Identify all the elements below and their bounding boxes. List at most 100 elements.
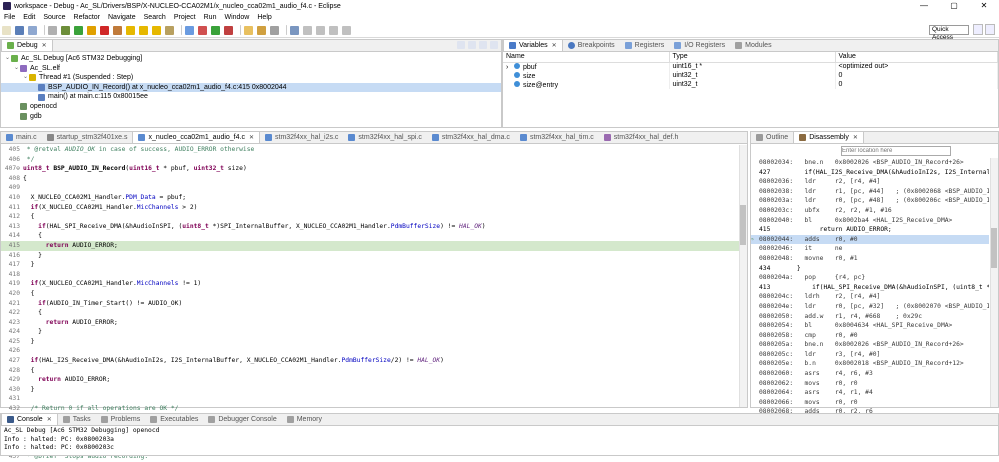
debug-tree-item[interactable]: ⌄ Ac_SL Debug [Ac6 STM32 Debugging] bbox=[1, 54, 501, 64]
open-type-icon[interactable] bbox=[244, 25, 253, 35]
location-input[interactable] bbox=[841, 145, 951, 156]
menu-project[interactable]: Project bbox=[174, 14, 196, 21]
menu-refactor[interactable]: Refactor bbox=[74, 14, 100, 21]
toolbar-separator bbox=[286, 25, 287, 35]
debug-tree-item[interactable]: gdb bbox=[1, 112, 501, 122]
console-tab[interactable]: Memory bbox=[282, 414, 327, 425]
menu-edit[interactable]: Edit bbox=[23, 14, 35, 21]
variable-row[interactable]: size uint32_t 0 bbox=[503, 71, 998, 80]
minimize-icon[interactable] bbox=[479, 41, 487, 49]
tab-debug[interactable]: Debug ✕ bbox=[1, 40, 53, 51]
console-tab[interactable]: Problems bbox=[96, 414, 146, 425]
save-icon[interactable] bbox=[15, 25, 24, 35]
menu-run[interactable]: Run bbox=[204, 14, 217, 21]
close-button[interactable]: ✕ bbox=[969, 0, 999, 12]
minimize-button[interactable]: — bbox=[909, 0, 939, 12]
collapse-icon[interactable] bbox=[457, 41, 465, 49]
back-icon[interactable] bbox=[329, 25, 338, 35]
open-folder-icon[interactable] bbox=[257, 25, 266, 35]
suspend-icon[interactable] bbox=[87, 25, 96, 35]
disassembly-scrollbar[interactable] bbox=[990, 158, 998, 407]
disassembly-listing[interactable]: 08002034: bne.n 0x8002026 <BSP_AUDIO_IN_… bbox=[751, 158, 989, 455]
menu-search[interactable]: Search bbox=[144, 14, 166, 21]
disassembly-text: 0800204a: pop {r4, pc} bbox=[759, 274, 866, 282]
target-icon[interactable] bbox=[185, 25, 194, 35]
menu-source[interactable]: Source bbox=[43, 14, 65, 21]
breakpoints-icon bbox=[567, 42, 575, 49]
disconnect-icon[interactable] bbox=[113, 25, 122, 35]
step-return-icon[interactable] bbox=[152, 25, 161, 35]
editor-tab[interactable]: stm32f4xx_hal_def.h bbox=[599, 132, 684, 143]
tab-disassembly[interactable]: Disassembly ✕ bbox=[793, 132, 864, 143]
maximize-icon[interactable] bbox=[490, 41, 498, 49]
console-tab[interactable]: Executables bbox=[145, 414, 203, 425]
column-header-value[interactable]: Value bbox=[835, 52, 998, 63]
editor-tab[interactable]: x_nucleo_cca02m1_audio_f4.c ✕ bbox=[132, 132, 260, 143]
toggle-mark-icon[interactable] bbox=[290, 25, 299, 35]
step-into-icon[interactable] bbox=[126, 25, 135, 35]
terminate-icon[interactable] bbox=[100, 25, 109, 35]
new-icon[interactable] bbox=[2, 25, 11, 35]
tab-io-registers[interactable]: I/O Registers bbox=[669, 40, 730, 51]
search-icon[interactable] bbox=[270, 25, 279, 35]
editor-tab[interactable]: stm32f4xx_hal_i2s.c bbox=[260, 132, 343, 143]
tab-outline[interactable]: Outline bbox=[751, 132, 793, 143]
external-tools-icon[interactable] bbox=[224, 25, 233, 35]
menu-navigate[interactable]: Navigate bbox=[108, 14, 136, 21]
debug-tree-item[interactable]: main() at main.c:115 0x80015ee bbox=[1, 92, 501, 102]
editor-tab[interactable]: stm32f4xx_hal_spi.c bbox=[343, 132, 426, 143]
forward-icon[interactable] bbox=[342, 25, 351, 35]
column-header-name[interactable]: Name bbox=[503, 52, 670, 63]
debug-tree-item[interactable]: BSP_AUDIO_IN_Record() at x_nucleo_cca02m… bbox=[1, 82, 501, 93]
close-icon[interactable]: ✕ bbox=[249, 134, 254, 141]
close-icon[interactable]: ✕ bbox=[47, 416, 52, 423]
console-tab-label: Executables bbox=[160, 416, 199, 423]
close-icon[interactable]: ✕ bbox=[853, 134, 858, 141]
line-text: X_NUCLEO_CCA02M1_Handler.PDM_Data = pbuf… bbox=[23, 193, 187, 201]
io-registers-icon bbox=[674, 42, 682, 49]
debug-tree-item[interactable]: openocd bbox=[1, 102, 501, 112]
perspective-debug-icon[interactable] bbox=[985, 24, 995, 35]
resume-icon[interactable] bbox=[74, 25, 83, 35]
editor-tab[interactable]: main.c bbox=[1, 132, 42, 143]
editor-tab[interactable]: stm32f4xx_hal_tim.c bbox=[515, 132, 599, 143]
maximize-button[interactable]: ▢ bbox=[939, 0, 969, 12]
quick-access-field[interactable]: Quick Access bbox=[929, 25, 969, 41]
prev-annotation-icon[interactable] bbox=[316, 25, 325, 35]
variable-row[interactable]: › pbuf uint16_t * <optimized out> bbox=[503, 62, 998, 71]
editor-scrollbar[interactable] bbox=[739, 145, 747, 407]
tab-breakpoints[interactable]: Breakpoints bbox=[563, 40, 620, 51]
console-tab[interactable]: Tasks bbox=[58, 414, 96, 425]
menu-help[interactable]: Help bbox=[257, 14, 271, 21]
scrollbar-thumb[interactable] bbox=[740, 205, 746, 245]
view-menu-icon[interactable] bbox=[468, 41, 476, 49]
tab-modules[interactable]: Modules bbox=[730, 40, 776, 51]
run-icon[interactable] bbox=[211, 25, 220, 35]
skip-breakpoints-icon[interactable] bbox=[61, 25, 70, 35]
scrollbar-thumb[interactable] bbox=[991, 228, 997, 268]
variable-row[interactable]: size@entry uint32_t 0 bbox=[503, 80, 998, 89]
instruction-step-icon[interactable] bbox=[165, 25, 174, 35]
menu-window[interactable]: Window bbox=[224, 14, 249, 21]
debug-tree-item[interactable]: ⌄ Ac_SL.elf bbox=[1, 64, 501, 74]
debug-tree-item[interactable]: ⌄ Thread #1 (Suspended : Step) bbox=[1, 73, 501, 83]
disassembly-view: Outline Disassembly ✕ 08002034: bne.n 0x8… bbox=[750, 131, 999, 454]
editor-tab[interactable]: stm32f4xx_hal_dma.c bbox=[427, 132, 515, 143]
tab-variables[interactable]: Variables ✕ bbox=[503, 40, 563, 51]
menu-file[interactable]: File bbox=[4, 14, 15, 21]
close-icon[interactable]: ✕ bbox=[42, 42, 47, 49]
step-over-icon[interactable] bbox=[139, 25, 148, 35]
tab-registers[interactable]: Registers bbox=[620, 40, 670, 51]
console-tab[interactable]: Debugger Console bbox=[203, 414, 281, 425]
close-icon[interactable]: ✕ bbox=[552, 42, 557, 49]
console-tab[interactable]: Console ✕ bbox=[1, 414, 58, 425]
column-header-type[interactable]: Type bbox=[669, 52, 836, 63]
c-file-icon bbox=[138, 134, 146, 141]
next-annotation-icon[interactable] bbox=[303, 25, 312, 35]
expand-arrow-icon[interactable]: › bbox=[506, 64, 514, 71]
perspective-c-icon[interactable] bbox=[973, 24, 983, 35]
save-all-icon[interactable] bbox=[28, 25, 37, 35]
debug-icon[interactable] bbox=[198, 25, 207, 35]
build-icon[interactable] bbox=[48, 25, 57, 35]
editor-tab[interactable]: startup_stm32f401xe.s bbox=[42, 132, 133, 143]
